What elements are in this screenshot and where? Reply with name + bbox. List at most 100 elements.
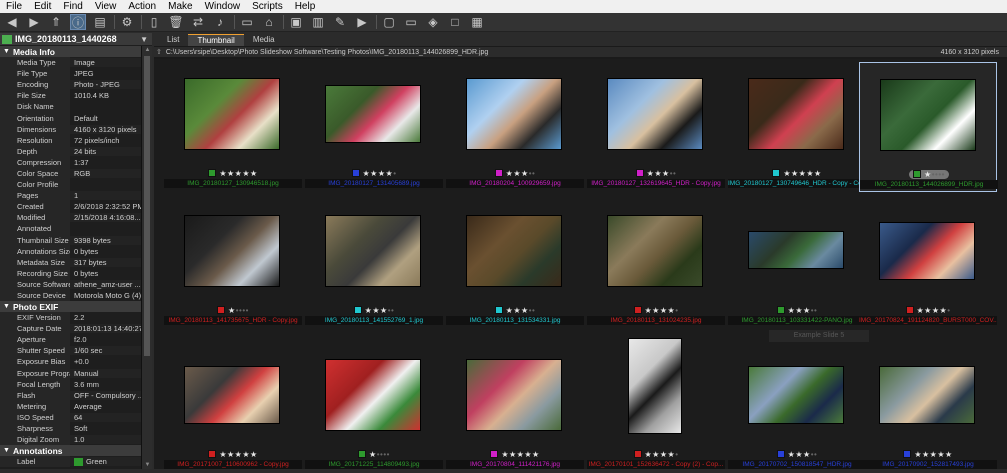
thumbnail-cell[interactable]: ★•••• IMG_20180113_141735675_HDR - Copy.j… bbox=[164, 199, 302, 329]
color-label-swatch[interactable] bbox=[208, 450, 217, 458]
collapse-arrow-icon[interactable]: ▼ bbox=[3, 447, 10, 454]
star-rating[interactable]: ★★★★★ bbox=[219, 450, 257, 459]
thumbnail-image[interactable] bbox=[749, 367, 843, 423]
star-icon[interactable]: ★ bbox=[654, 169, 662, 178]
color-label-swatch[interactable] bbox=[208, 169, 217, 177]
thumbnail-cell[interactable]: ★•••• IMG_20171225_114809493.jpg bbox=[305, 343, 443, 473]
menu-file[interactable]: File bbox=[6, 0, 22, 13]
star-empty-icon[interactable]: • bbox=[814, 306, 817, 315]
section-header[interactable]: ▼ Annotations bbox=[0, 445, 141, 457]
thumbnail-cell[interactable]: ★★★•• IMG_20180113_103331422-PANO.jpg bbox=[728, 199, 866, 329]
thumbnail-image[interactable] bbox=[185, 79, 279, 149]
chevron-down-icon[interactable]: ▼ bbox=[140, 35, 148, 44]
star-icon[interactable]: ★ bbox=[945, 450, 953, 459]
star-icon[interactable]: ★ bbox=[513, 169, 521, 178]
star-rating[interactable]: ★★★★• bbox=[645, 450, 679, 459]
color-label-swatch[interactable] bbox=[903, 450, 912, 458]
forward-icon[interactable]: ▶ bbox=[26, 14, 42, 30]
tab-thumbnail[interactable]: Thumbnail bbox=[188, 34, 244, 46]
star-icon[interactable]: ★ bbox=[795, 450, 803, 459]
section-header[interactable]: ▼ Photo EXIF bbox=[0, 301, 141, 313]
star-icon[interactable]: ★ bbox=[803, 450, 811, 459]
color-label-swatch[interactable] bbox=[905, 306, 914, 314]
color-label-swatch[interactable] bbox=[633, 306, 642, 314]
collapse-arrow-icon[interactable]: ▼ bbox=[3, 48, 10, 55]
thumbnail-cell[interactable]: ★•••• IMG_20180113_144026899_HDR.jpg bbox=[859, 62, 998, 192]
star-rating[interactable]: ★★★★★ bbox=[219, 169, 257, 178]
star-icon[interactable]: ★ bbox=[513, 306, 521, 315]
thumbnail-cell[interactable]: ★★★•• IMG_20180204_100929659.jpg bbox=[446, 62, 584, 192]
thumbnail-image[interactable] bbox=[326, 360, 420, 430]
play-icon[interactable]: ▶ bbox=[354, 14, 370, 30]
star-rating[interactable]: ★•••• bbox=[924, 170, 945, 179]
thumbnail-image[interactable] bbox=[881, 80, 975, 150]
star-icon[interactable]: ★ bbox=[250, 169, 258, 178]
info-panel-header[interactable]: IMG_20180113_1440268 ▼ bbox=[0, 33, 152, 45]
star-rating[interactable]: ★★★•• bbox=[788, 450, 818, 459]
scrollbar-thumb[interactable] bbox=[144, 56, 150, 356]
star-icon[interactable]: ★ bbox=[370, 169, 378, 178]
star-icon[interactable]: ★ bbox=[227, 169, 235, 178]
filmstrip-icon[interactable]: ▤ bbox=[92, 14, 108, 30]
star-icon[interactable]: ★ bbox=[242, 169, 250, 178]
star-rating[interactable]: ★★★•• bbox=[365, 306, 395, 315]
star-empty-icon[interactable]: • bbox=[675, 306, 678, 315]
star-icon[interactable]: ★ bbox=[219, 450, 227, 459]
color-label-swatch[interactable] bbox=[776, 306, 785, 314]
folder-up-icon[interactable]: ⇧ bbox=[156, 48, 162, 56]
star-icon[interactable]: ★ bbox=[509, 450, 517, 459]
star-icon[interactable]: ★ bbox=[521, 169, 529, 178]
thumbnail-cell[interactable]: ★★★★• IMG_20180127_131405689.jpg bbox=[305, 62, 443, 192]
star-empty-icon[interactable]: • bbox=[532, 306, 535, 315]
thumbnail-cell[interactable]: ★★★★• IMG_20170101_152636472 - Copy (2) -… bbox=[587, 339, 725, 473]
star-icon[interactable]: ★ bbox=[783, 169, 791, 178]
thumbnail-image[interactable] bbox=[880, 367, 974, 423]
star-icon[interactable]: ★ bbox=[524, 450, 532, 459]
scroll-up-icon[interactable]: ▲ bbox=[143, 47, 152, 53]
grid-icon[interactable]: ▦ bbox=[469, 14, 485, 30]
thumbnail-cell[interactable]: ★★★★★ IMG_20170804_111421176.jpg bbox=[446, 343, 584, 473]
color-label-swatch[interactable] bbox=[494, 306, 503, 314]
star-icon[interactable]: ★ bbox=[652, 450, 660, 459]
thumbnail-cell[interactable]: ★★★★★ IMG_20180127_130946518.jpg bbox=[164, 62, 302, 192]
menu-find[interactable]: Find bbox=[63, 0, 82, 13]
star-icon[interactable]: ★ bbox=[532, 450, 540, 459]
collapse-arrow-icon[interactable]: ▼ bbox=[3, 303, 10, 310]
thumbnail-cell[interactable]: ★★★•• IMG_20180127_132619645_HDR - Copy.j… bbox=[587, 62, 725, 192]
star-icon[interactable]: ★ bbox=[803, 306, 811, 315]
transfer-icon[interactable]: ⇄ bbox=[190, 14, 206, 30]
star-icon[interactable]: ★ bbox=[791, 169, 799, 178]
star-icon[interactable]: ★ bbox=[795, 306, 803, 315]
monitor-icon[interactable]: ▭ bbox=[403, 14, 419, 30]
menu-action[interactable]: Action bbox=[128, 0, 156, 13]
color-label-swatch[interactable] bbox=[776, 450, 785, 458]
thumbnail-cell[interactable]: ★★★•• IMG_20180113_131534331.jpg bbox=[446, 199, 584, 329]
star-empty-icon[interactable]: • bbox=[246, 306, 249, 315]
color-label-swatch[interactable] bbox=[353, 306, 362, 314]
thumbnail-cell[interactable]: ★★★•• IMG_20180113_141552769_1.jpg bbox=[305, 199, 443, 329]
star-rating[interactable]: ★★★•• bbox=[506, 306, 536, 315]
star-rating[interactable]: ★★★•• bbox=[788, 306, 818, 315]
thumbnail-cell[interactable]: ★★★★★ IMG_20180127_130749646_HDR - Copy -… bbox=[728, 62, 866, 192]
color-label-swatch[interactable] bbox=[217, 306, 226, 314]
star-empty-icon[interactable]: • bbox=[947, 306, 950, 315]
star-empty-icon[interactable]: • bbox=[391, 306, 394, 315]
thumbnail-image[interactable] bbox=[326, 86, 420, 142]
star-icon[interactable]: ★ bbox=[924, 170, 932, 179]
thumbnail-cell[interactable]: ★★★★• IMG_20180113_131024235.jpg bbox=[587, 199, 725, 329]
star-icon[interactable]: ★ bbox=[932, 306, 940, 315]
star-rating[interactable]: ★•••• bbox=[369, 450, 390, 459]
color-label-swatch[interactable] bbox=[633, 450, 642, 458]
color-label-swatch[interactable] bbox=[772, 169, 781, 177]
star-rating[interactable]: ★•••• bbox=[228, 306, 249, 315]
thumbnail-image[interactable] bbox=[185, 367, 279, 423]
thumbnail-image[interactable] bbox=[467, 79, 561, 149]
star-icon[interactable]: ★ bbox=[228, 306, 236, 315]
star-rating[interactable]: ★★★•• bbox=[506, 169, 536, 178]
star-icon[interactable]: ★ bbox=[652, 306, 660, 315]
star-empty-icon[interactable]: • bbox=[814, 450, 817, 459]
thumbnail-cell[interactable]: ★★★★• IMG_20170824_191124820_BURST000_COV… bbox=[859, 199, 997, 329]
star-icon[interactable]: ★ bbox=[378, 169, 386, 178]
star-empty-icon[interactable]: • bbox=[675, 450, 678, 459]
thumbnail-image[interactable] bbox=[467, 216, 561, 286]
